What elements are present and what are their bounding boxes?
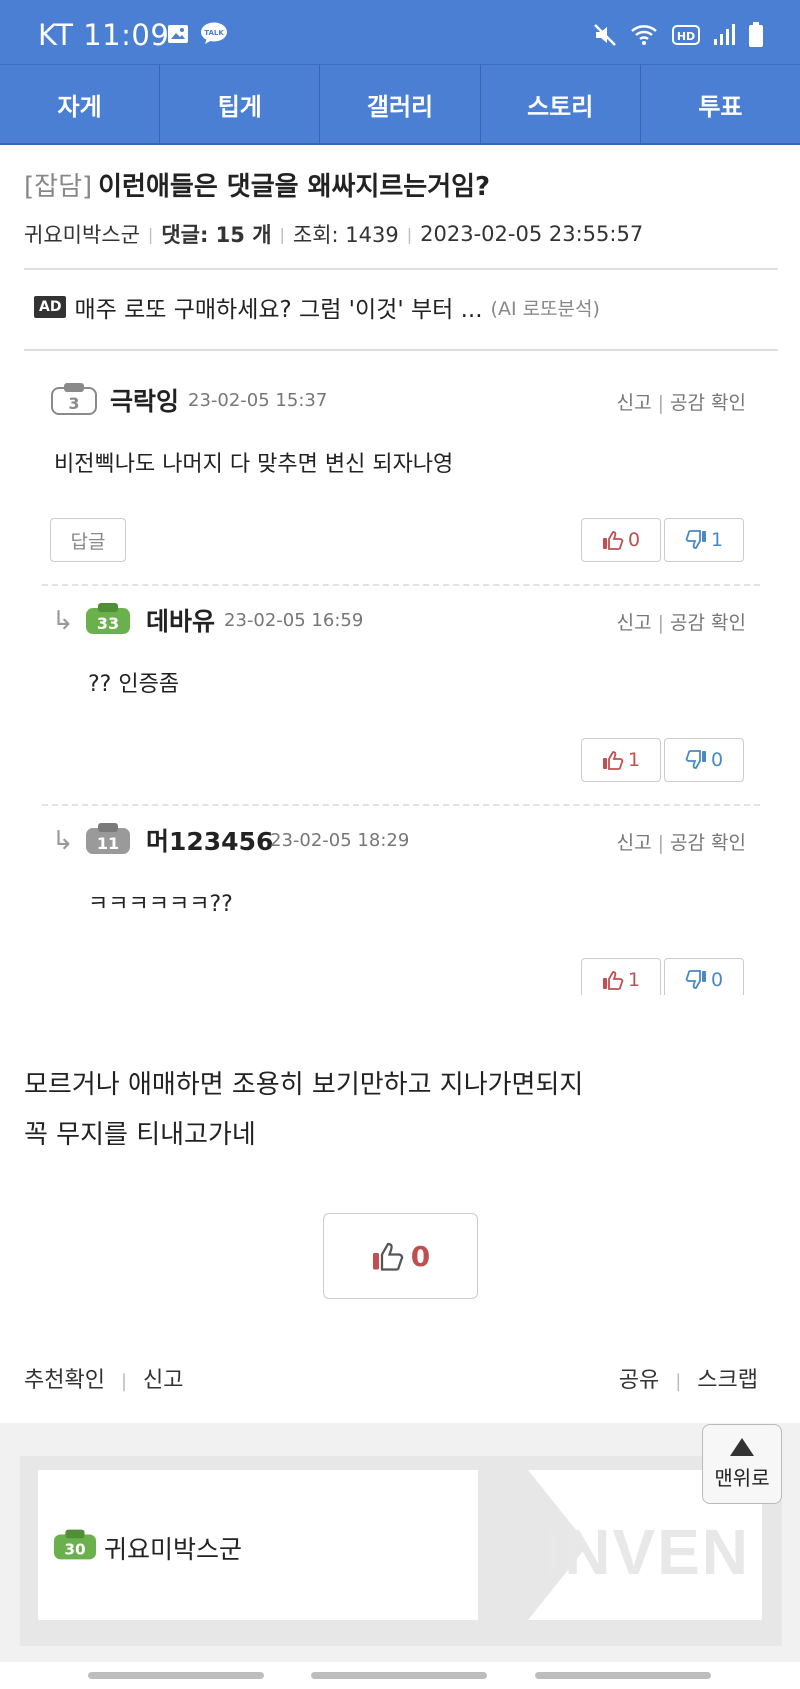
thumbs-up-icon <box>372 1242 403 1271</box>
reply-button[interactable]: 답글 <box>50 518 126 562</box>
thumbs-down-icon <box>685 970 706 989</box>
downvote-count: 0 <box>710 749 724 771</box>
recommend-button[interactable]: 0 <box>323 1213 478 1299</box>
comment-author[interactable]: 극락잉 <box>110 382 179 418</box>
svg-text:HD: HD <box>677 30 695 43</box>
comment-text: ㅋㅋㅋㅋㅋㅋ?? <box>88 892 233 917</box>
back-to-top-button[interactable]: 맨위로 <box>702 1424 782 1504</box>
upvote-button[interactable]: 1 <box>581 958 661 995</box>
comment-text: ?? 인증좀 <box>88 672 180 697</box>
upvote-count: 0 <box>627 529 641 551</box>
back-to-top-label: 맨위로 <box>714 1465 770 1490</box>
thumbs-up-icon <box>602 751 624 770</box>
ad-banner[interactable]: AD 매주 로또 구매하세요? 그럼 '이것' 부터 ... (AI 로또분석) <box>34 290 600 324</box>
tab-gallery[interactable]: 갤러리 <box>320 65 481 143</box>
arrow-up-icon <box>730 1437 754 1456</box>
talk-icon: TALK <box>201 22 227 44</box>
system-nav-bar <box>0 1662 800 1689</box>
svg-text:33: 33 <box>97 614 119 633</box>
post-title-text: 이런애들은 댓글을 왜싸지르는거임? <box>98 172 491 202</box>
downvote-button[interactable]: 1 <box>664 518 744 562</box>
like-check-link[interactable]: 공감 확인 <box>670 612 746 634</box>
hd-icon: HD <box>672 25 700 45</box>
reply-arrow-icon: ↳ <box>52 826 74 856</box>
post-body-line: 모르거나 애매하면 조용히 보기만하고 지나가면되지 <box>24 1070 584 1100</box>
tab-tip-board[interactable]: 팁게 <box>160 65 321 143</box>
profile-name[interactable]: 귀요미박스군 <box>104 1530 242 1566</box>
share-link[interactable]: 공유 <box>619 1368 659 1393</box>
tab-vote[interactable]: 투표 <box>641 65 800 143</box>
ad-sub: (AI 로또분석) <box>490 297 600 320</box>
upvote-button[interactable]: 1 <box>581 738 661 782</box>
comment-date: 23-02-05 18:29 <box>270 830 410 851</box>
thumbs-down-icon <box>685 530 706 549</box>
downvote-count: 1 <box>710 529 724 551</box>
comment-author[interactable]: 데바유 <box>146 602 215 638</box>
comment-date: 23-02-05 16:59 <box>224 610 364 631</box>
thumbs-up-icon <box>602 531 624 550</box>
recommend-check-link[interactable]: 추천확인 <box>24 1368 105 1393</box>
thumbs-down-icon <box>685 750 706 769</box>
reply-arrow-icon: ↳ <box>52 606 74 636</box>
image-icon <box>168 25 188 43</box>
upvote-count: 1 <box>627 749 641 771</box>
bottom-links-left: 추천확인 | 신고 <box>24 1368 184 1393</box>
nav-pill[interactable] <box>535 1672 711 1679</box>
upvote-count: 1 <box>627 969 641 991</box>
report-link[interactable]: 신고 <box>617 392 652 414</box>
comment-divider <box>42 584 760 586</box>
comment-list: 3 극락잉 23-02-05 15:37 신고 | 공감 확인 비전삑나도 나머지 … <box>42 360 760 995</box>
downvote-button[interactable]: 0 <box>664 738 744 782</box>
tab-story[interactable]: 스토리 <box>481 65 641 143</box>
downvote-count: 0 <box>710 969 724 991</box>
level-badge-icon: 11 <box>86 823 130 854</box>
divider <box>24 268 778 270</box>
report-link[interactable]: 신고 <box>617 612 652 634</box>
recommend-count: 0 <box>410 1239 431 1273</box>
like-check-link[interactable]: 공감 확인 <box>670 832 746 854</box>
svg-text:11: 11 <box>97 834 119 853</box>
comment-divider <box>42 804 760 806</box>
post-meta: 귀요미박스군 | 댓글: 15 개 | 조회: 1439 | 2023-02-0… <box>24 219 643 249</box>
status-bar: KT 11:09 TALK HD <box>0 0 800 64</box>
report-link[interactable]: 신고 <box>617 832 652 854</box>
nav-pill[interactable] <box>311 1672 487 1679</box>
downvote-button[interactable]: 0 <box>664 958 744 995</box>
battery-icon <box>749 22 763 47</box>
level-badge-icon: 33 <box>86 603 130 634</box>
post-title: [잡담] 이런애들은 댓글을 왜싸지르는거임? <box>24 166 490 203</box>
svg-text:3: 3 <box>68 394 79 413</box>
svg-text:30: 30 <box>64 1541 85 1559</box>
ad-badge: AD <box>34 296 67 318</box>
top-nav: 자게 팁게 갤러리 스토리 투표 <box>0 64 800 145</box>
nav-pill[interactable] <box>88 1672 264 1679</box>
post-datetime: 2023-02-05 23:55:57 <box>420 222 644 246</box>
level-badge-icon: 3 <box>51 383 97 415</box>
post-views: 조회: 1439 <box>292 223 399 247</box>
comment-text: 비전삑나도 나머지 다 맞추면 변신 되자나영 <box>54 452 454 477</box>
comment-date: 23-02-05 15:37 <box>188 390 328 411</box>
mute-icon <box>594 24 616 46</box>
tab-free-board[interactable]: 자게 <box>0 65 161 143</box>
post-author[interactable]: 귀요미박스군 <box>24 219 140 249</box>
carrier-time: KT 11:09 <box>38 18 170 52</box>
report-post-link[interactable]: 신고 <box>143 1368 183 1393</box>
divider <box>24 349 778 351</box>
post-comment-count: 댓글: 15 개 <box>161 223 272 247</box>
ad-text[interactable]: 매주 로또 구매하세요? 그럼 '이것' 부터 ... <box>74 290 482 324</box>
like-check-link[interactable]: 공감 확인 <box>670 392 746 414</box>
wifi-icon <box>631 25 657 45</box>
comment-author[interactable]: 머123456 <box>146 822 273 858</box>
inven-logo: INVEN <box>544 1516 750 1588</box>
level-badge-icon: 30 <box>53 1529 97 1560</box>
thumbs-up-icon <box>602 971 624 990</box>
scrap-link[interactable]: 스크랩 <box>697 1368 758 1393</box>
svg-text:TALK: TALK <box>204 29 224 37</box>
bottom-links-right: 공유 | 스크랩 <box>618 1368 758 1393</box>
signal-icon <box>714 24 735 45</box>
upvote-button[interactable]: 0 <box>581 518 661 562</box>
post-category: [잡담] <box>24 172 93 202</box>
post-body-line: 꼭 무지를 티내고가네 <box>24 1120 256 1150</box>
